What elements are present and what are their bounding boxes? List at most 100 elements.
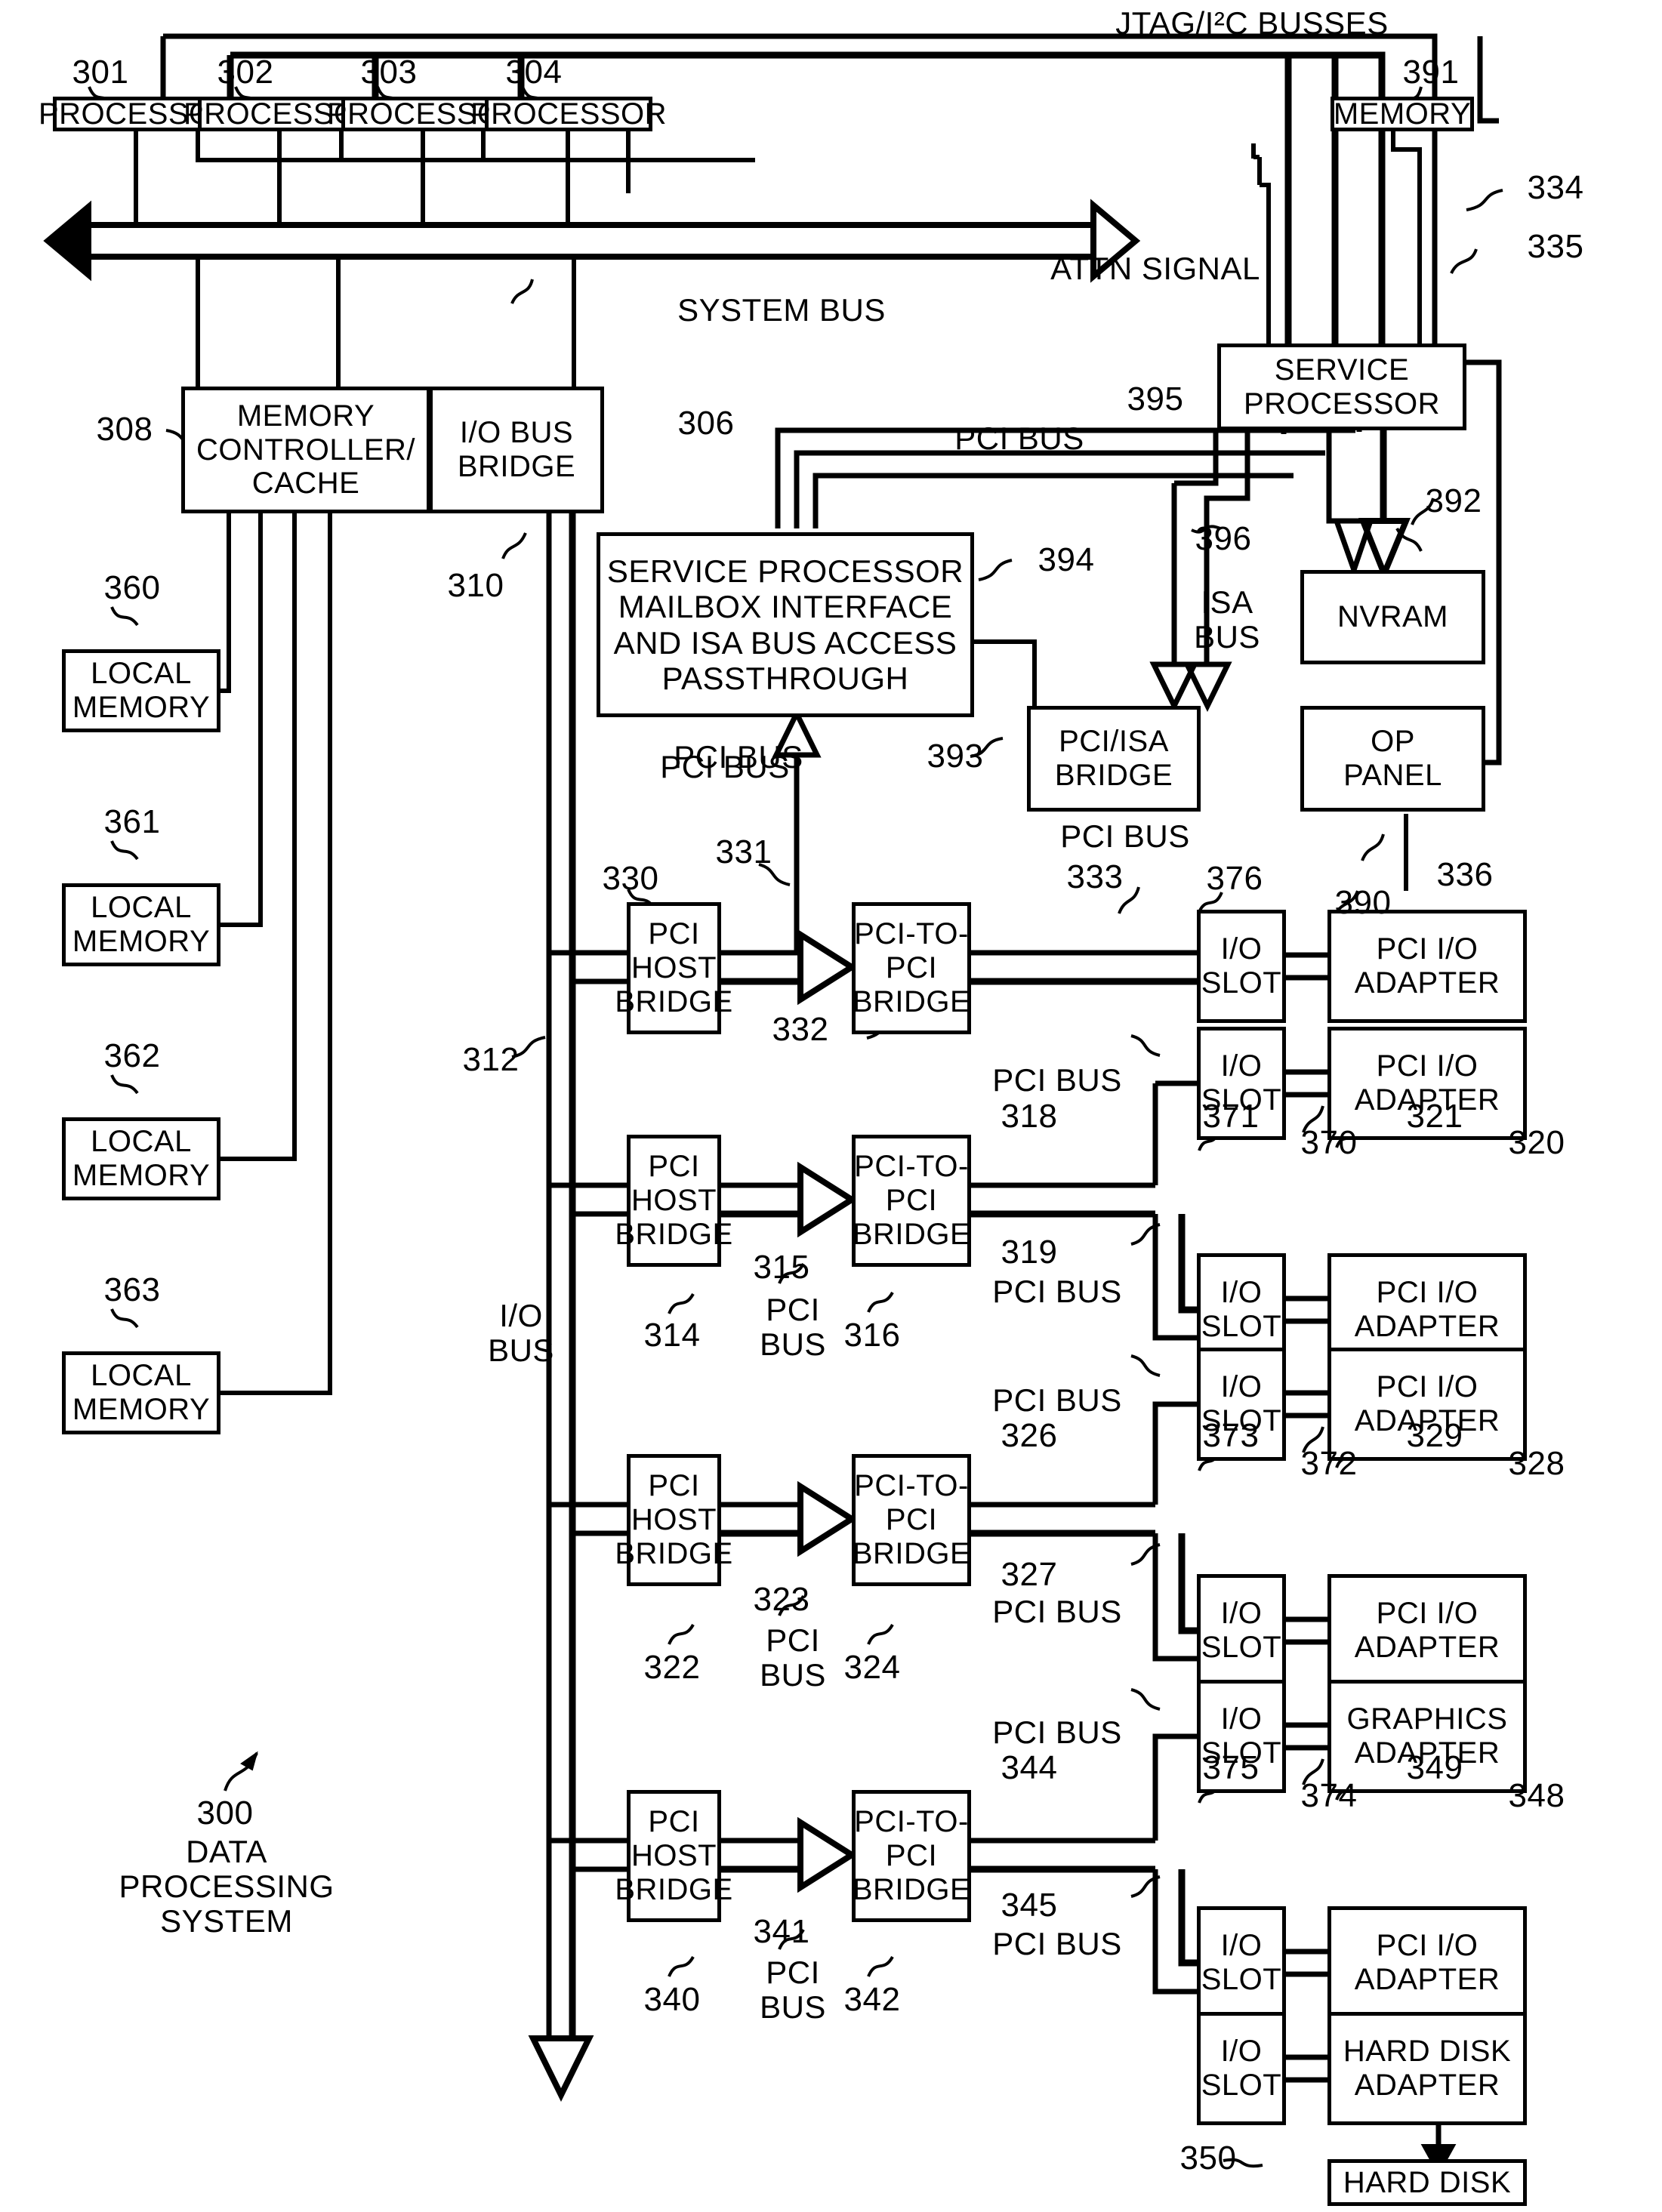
ref-334: 334 bbox=[1527, 169, 1584, 206]
ref-370: 370 bbox=[1300, 1124, 1358, 1161]
pci-to-pci-bridge-box-332[interactable]: PCI-TO- PCI BRIDGE bbox=[852, 902, 971, 1034]
pci-to-pci-bridge-box-316[interactable]: PCI-TO- PCI BRIDGE bbox=[852, 1135, 971, 1267]
pci-isa-bridge-box-393[interactable]: PCI/ISA BRIDGE bbox=[1027, 706, 1201, 812]
ref-300: 300 bbox=[196, 1795, 254, 1832]
ref-326: 326 bbox=[1001, 1417, 1058, 1454]
pci-host-bridge-box-322[interactable]: PCI HOST BRIDGE bbox=[615, 1454, 732, 1586]
ref-333: 333 bbox=[1066, 858, 1124, 895]
ref-391: 391 bbox=[1402, 54, 1460, 91]
ref-360: 360 bbox=[103, 569, 161, 606]
ref-328: 328 bbox=[1508, 1445, 1565, 1482]
ref-314: 314 bbox=[643, 1317, 701, 1354]
io-bus-bridge-box-310[interactable]: I/O BUS BRIDGE bbox=[429, 387, 604, 513]
pci-host-bridge-box-340[interactable]: PCI HOST BRIDGE bbox=[615, 1790, 732, 1922]
ref-308: 308 bbox=[96, 411, 153, 448]
nvram-box-392[interactable]: NVRAM bbox=[1300, 570, 1485, 664]
pci-to-pci-bridge-box-342[interactable]: PCI-TO- PCI BRIDGE bbox=[852, 1790, 971, 1922]
ref-327: 327 bbox=[1001, 1556, 1058, 1593]
pci-bus-label-326: PCI BUS bbox=[992, 1382, 1122, 1418]
ref-304: 304 bbox=[505, 54, 563, 91]
ref-394: 394 bbox=[1038, 541, 1095, 578]
pci-bus-label-395: PCI BUS bbox=[954, 421, 1084, 456]
ref-344: 344 bbox=[1001, 1749, 1058, 1786]
ref-331: 331 bbox=[715, 833, 772, 870]
ref-362: 362 bbox=[103, 1037, 161, 1074]
ref-395: 395 bbox=[1127, 380, 1184, 417]
ref-319: 319 bbox=[1001, 1234, 1058, 1271]
ref-349: 349 bbox=[1406, 1749, 1463, 1786]
pci-bus-label-323: PCI BUS bbox=[760, 1622, 826, 1693]
memory-controller-cache-box-308[interactable]: MEMORY CONTROLLER/ CACHE bbox=[181, 387, 430, 513]
local-memory-box-362[interactable]: LOCAL MEMORY bbox=[62, 1117, 220, 1200]
local-memory-box-360[interactable]: LOCAL MEMORY bbox=[62, 649, 220, 732]
pci-bus-label-341: PCI BUS bbox=[760, 1955, 826, 2026]
ref-340: 340 bbox=[643, 1981, 701, 2018]
ref-393: 393 bbox=[927, 738, 984, 775]
io-slot-box-376[interactable]: I/O SLOT bbox=[1197, 910, 1286, 1023]
memory-box-391[interactable]: MEMORY bbox=[1331, 97, 1474, 131]
ref-371: 371 bbox=[1202, 1098, 1260, 1135]
ref-330: 330 bbox=[602, 860, 659, 897]
attn-signal-label: ATTN SIGNAL bbox=[1050, 251, 1260, 286]
local-memory-box-361[interactable]: LOCAL MEMORY bbox=[62, 883, 220, 966]
ref-316: 316 bbox=[843, 1317, 901, 1354]
ref-374: 374 bbox=[1300, 1777, 1358, 1814]
io-slot-box-hard-disk[interactable]: I/O SLOT bbox=[1197, 2012, 1286, 2125]
ref-373: 373 bbox=[1202, 1417, 1260, 1454]
ref-361: 361 bbox=[103, 803, 161, 840]
ref-396: 396 bbox=[1195, 520, 1252, 557]
ref-315: 315 bbox=[753, 1249, 810, 1286]
ref-363: 363 bbox=[103, 1271, 161, 1308]
processor-box-304[interactable]: PROCESSOR bbox=[470, 97, 667, 131]
pci-bus-label-333-lower: PCI BUS bbox=[1060, 818, 1190, 854]
io-slot-box-373[interactable]: I/O SLOT bbox=[1197, 1574, 1286, 1687]
pci-io-adapter-box-336[interactable]: PCI I/O ADAPTER bbox=[1327, 910, 1527, 1023]
ref-335: 335 bbox=[1527, 228, 1584, 265]
pci-bus-label-344: PCI BUS bbox=[992, 1714, 1122, 1750]
pci-bus-label-315: PCI BUS bbox=[760, 1292, 826, 1363]
ref-303: 303 bbox=[360, 54, 418, 91]
ref-324: 324 bbox=[843, 1649, 901, 1686]
ref-323: 323 bbox=[753, 1581, 810, 1618]
ref-342: 342 bbox=[843, 1981, 901, 2018]
ref-301: 301 bbox=[72, 54, 129, 91]
ref-348: 348 bbox=[1508, 1777, 1565, 1814]
pci-bus-label-318: PCI BUS bbox=[992, 1062, 1122, 1098]
ref-306: 306 bbox=[677, 405, 735, 442]
ref-310: 310 bbox=[447, 567, 504, 604]
service-processor-mailbox-box-394[interactable]: SERVICE PROCESSOR MAILBOX INTERFACE AND … bbox=[597, 532, 974, 717]
hard-disk-adapter-box-349[interactable]: HARD DISK ADAPTER bbox=[1327, 2012, 1527, 2125]
ref-392: 392 bbox=[1425, 482, 1482, 519]
ref-320: 320 bbox=[1508, 1124, 1565, 1161]
pci-io-adapter-box-329[interactable]: PCI I/O ADAPTER bbox=[1327, 1574, 1527, 1687]
ref-376: 376 bbox=[1206, 860, 1263, 897]
ref-345: 345 bbox=[1001, 1887, 1058, 1924]
ref-329: 329 bbox=[1406, 1417, 1463, 1454]
op-panel-box-390[interactable]: OP PANEL bbox=[1300, 706, 1485, 812]
pci-bus-label-327: PCI BUS bbox=[992, 1594, 1122, 1629]
local-memory-box-363[interactable]: LOCAL MEMORY bbox=[62, 1351, 220, 1434]
jtag-i2c-busses-label: JTAG/I²C BUSSES bbox=[1115, 5, 1389, 41]
io-slot-box-375[interactable]: I/O SLOT bbox=[1197, 1906, 1286, 2019]
patent-figure-canvas: PROCESSOR PROCESSOR PROCESSOR PROCESSOR … bbox=[0, 0, 1662, 2212]
ref-372: 372 bbox=[1300, 1445, 1358, 1482]
ref-332: 332 bbox=[772, 1011, 829, 1048]
pci-to-pci-bridge-box-324[interactable]: PCI-TO- PCI BRIDGE bbox=[852, 1454, 971, 1586]
ref-336: 336 bbox=[1436, 856, 1494, 893]
pci-io-adapter-bottom[interactable]: PCI I/O ADAPTER bbox=[1327, 1906, 1527, 2019]
ref-302: 302 bbox=[217, 54, 274, 91]
ref-350: 350 bbox=[1179, 2140, 1237, 2177]
ref-312: 312 bbox=[462, 1041, 520, 1078]
io-bus-label-312: I/O BUS bbox=[488, 1298, 554, 1369]
service-processor-box-335[interactable]: SERVICE PROCESSOR bbox=[1217, 344, 1466, 430]
ref-341: 341 bbox=[753, 1913, 810, 1950]
pci-host-bridge-box-330[interactable]: PCI HOST BRIDGE bbox=[615, 902, 732, 1034]
ref-390: 390 bbox=[1334, 884, 1392, 921]
ref-321: 321 bbox=[1406, 1098, 1463, 1135]
hard-disk-box-350[interactable]: HARD DISK bbox=[1327, 2159, 1527, 2206]
ref-318: 318 bbox=[1001, 1098, 1058, 1135]
isa-bus-label-396: ISA BUS bbox=[1194, 584, 1260, 655]
figure-caption: DATA PROCESSING SYSTEM bbox=[119, 1834, 335, 1939]
ref-322: 322 bbox=[643, 1649, 701, 1686]
pci-host-bridge-box-314[interactable]: PCI HOST BRIDGE bbox=[615, 1135, 732, 1267]
